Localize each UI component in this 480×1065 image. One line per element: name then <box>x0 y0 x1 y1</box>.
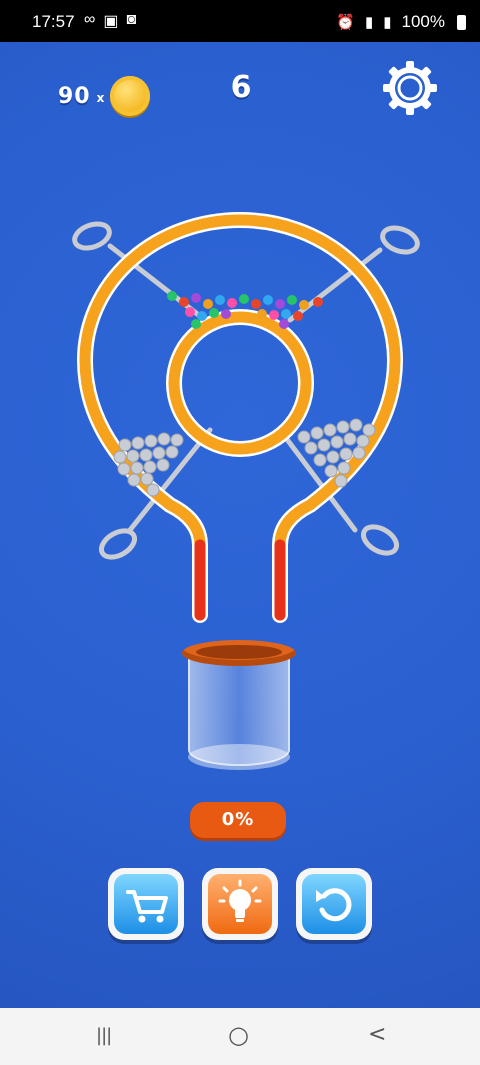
cart-icon <box>126 890 168 923</box>
restart-button[interactable] <box>296 868 372 940</box>
battery-percent: 100% <box>401 12 445 31</box>
back-button[interactable]: < <box>368 1022 386 1047</box>
coin-multiplier: x <box>96 91 105 105</box>
fill-progress: 0% <box>190 802 286 838</box>
pin-top-right-handle[interactable] <box>379 224 420 257</box>
pin-top-left-handle[interactable] <box>71 220 112 253</box>
puzzle-board <box>71 212 420 623</box>
infinity-icon: ∞ <box>84 11 96 28</box>
pin-bottom-right-handle[interactable] <box>359 521 401 558</box>
wifi-box-icon: ◙ <box>126 11 137 28</box>
shop-button[interactable] <box>108 868 184 940</box>
signal-icon: ▮ <box>383 14 392 31</box>
cup-bottom <box>188 744 290 770</box>
pin-bottom-left-handle[interactable] <box>97 525 139 562</box>
coin-counter: 90 x <box>58 76 151 116</box>
system-nav-bar: ||| ○ < <box>0 1008 480 1065</box>
status-bar: 17:57 ∞ ▣ ◙ ⏰ ▮ ▮ 100% <box>0 0 480 42</box>
lightbulb-icon <box>218 879 262 922</box>
grey-balls-right <box>297 418 376 488</box>
battery-icon <box>457 14 466 30</box>
hint-button[interactable] <box>202 868 278 940</box>
alarm-icon: ⏰ <box>336 14 355 31</box>
restart-icon <box>316 888 352 922</box>
coin-icon <box>110 76 151 116</box>
grey-balls-left <box>113 432 184 497</box>
gear-icon[interactable] <box>382 60 438 116</box>
home-button[interactable]: ○ <box>228 1021 249 1049</box>
recents-button[interactable]: ||| <box>96 1025 112 1046</box>
image-icon: ▣ <box>103 13 119 30</box>
coin-count: 90 <box>58 83 91 109</box>
outer-pipe <box>76 212 404 623</box>
signal-icon: ▮ <box>364 14 374 31</box>
status-time: 17:57 <box>32 12 75 31</box>
cup-opening <box>196 645 282 659</box>
level-number: 6 <box>230 70 252 105</box>
